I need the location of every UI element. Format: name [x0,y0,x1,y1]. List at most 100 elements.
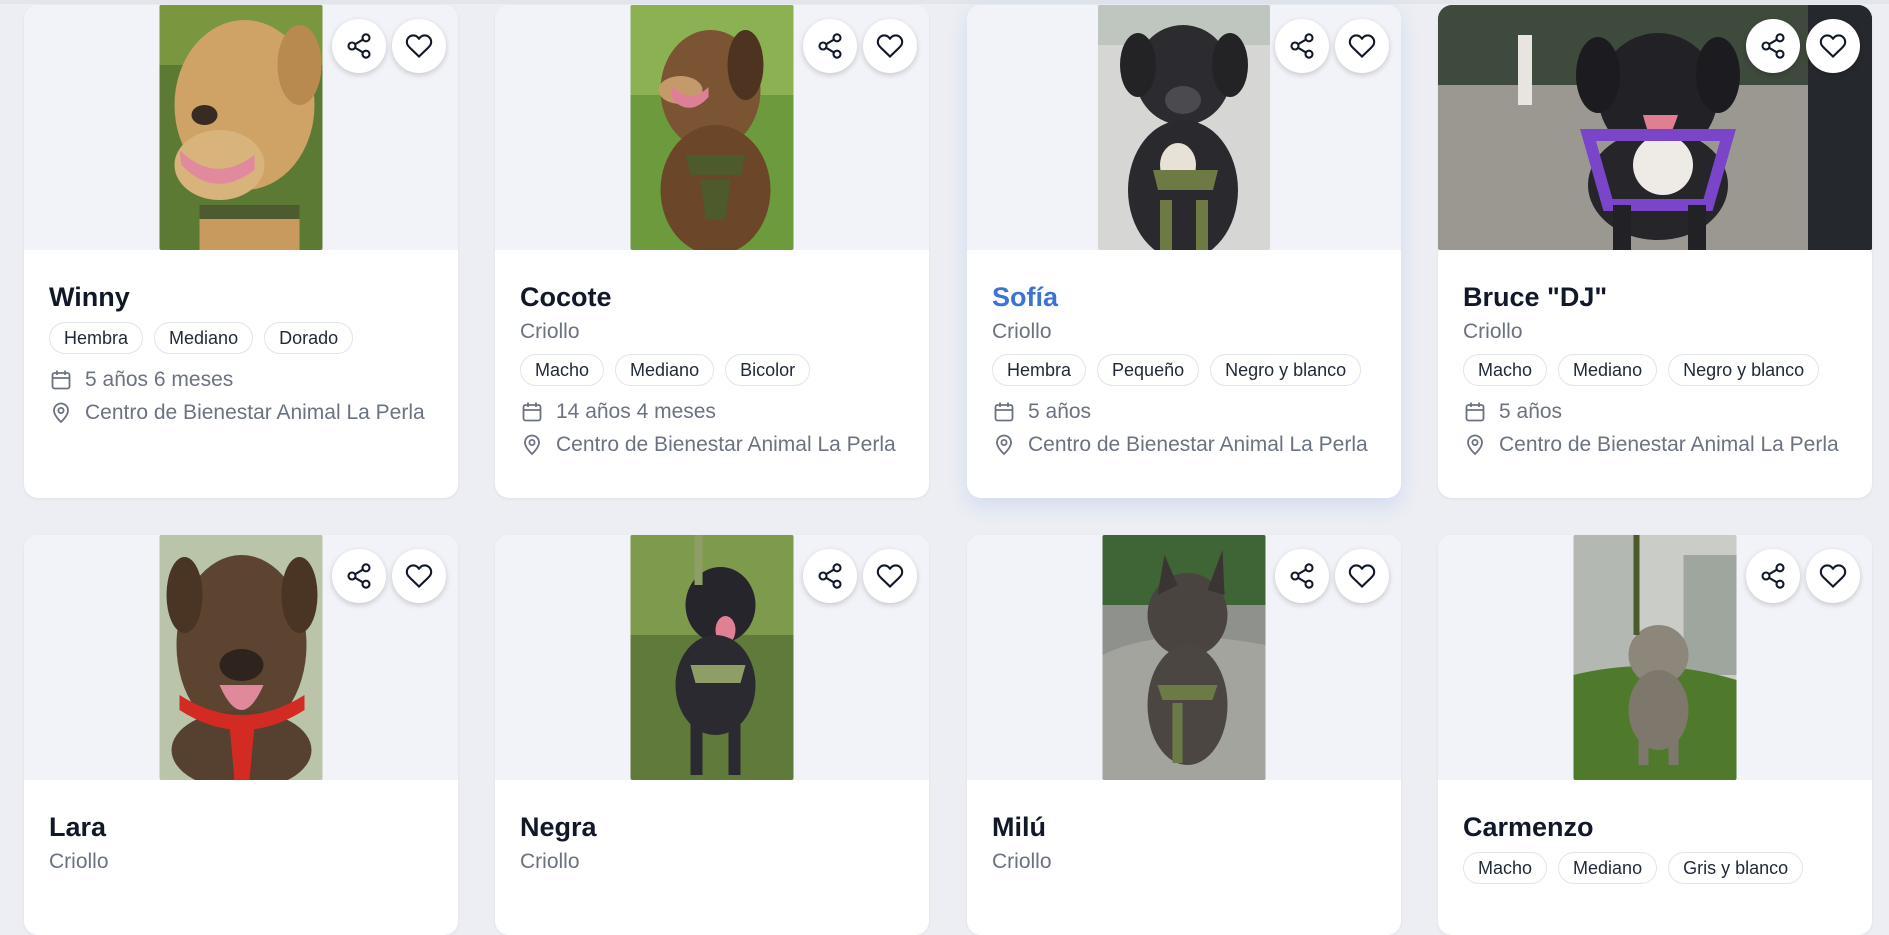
heart-icon [876,564,904,588]
favorite-button[interactable] [1806,549,1860,603]
pet-name[interactable]: Bruce "DJ" [1463,281,1847,313]
favorite-button[interactable] [1335,19,1389,73]
pet-photo-area [24,5,458,250]
pet-photo-area [967,5,1401,250]
calendar-icon [51,370,71,390]
pet-card[interactable]: Sofía Criollo Hembra Pequeño Negro y bla… [967,5,1401,498]
map-pin-icon [53,402,69,424]
pet-location-text: Centro de Bienestar Animal La Perla [1028,433,1368,456]
pet-card[interactable]: Lara Criollo [24,535,458,935]
favorite-button[interactable] [392,549,446,603]
share-icon [1761,33,1785,59]
share-button[interactable] [1746,549,1800,603]
pet-card[interactable]: Negra Criollo [495,535,929,935]
share-button[interactable] [803,19,857,73]
share-icon [347,563,371,589]
heart-icon [405,34,433,58]
favorite-button[interactable] [392,19,446,73]
tag-sex: Macho [1463,852,1548,884]
pet-name[interactable]: Sofía [992,281,1376,313]
map-pin-icon [996,434,1012,456]
pet-name[interactable]: Milú [992,811,1376,843]
tag-sex: Macho [1463,354,1548,386]
pet-name[interactable]: Negra [520,811,904,843]
pet-location: Centro de Bienestar Animal La Perla [520,433,904,457]
pet-age: 14 años 4 meses [520,400,904,424]
favorite-button[interactable] [863,549,917,603]
pet-location-text: Centro de Bienestar Animal La Perla [85,401,425,424]
pet-age: 5 años [992,400,1376,424]
pet-photo-area [967,535,1401,780]
pet-card[interactable]: Milú Criollo [967,535,1401,935]
share-button[interactable] [1746,19,1800,73]
pet-photo[interactable] [159,535,323,780]
pet-photo[interactable] [630,5,794,250]
favorite-button[interactable] [1806,19,1860,73]
calendar-icon [522,402,542,422]
pet-location-text: Centro de Bienestar Animal La Perla [556,433,896,456]
pet-age: 5 años 6 meses [49,368,433,392]
heart-icon [1348,564,1376,588]
tag-sex: Macho [520,354,605,386]
pet-photo-area [1438,535,1872,780]
pet-card[interactable]: Carmenzo Macho Mediano Gris y blanco [1438,535,1872,935]
favorite-button[interactable] [1335,549,1389,603]
pet-breed: Criollo [1463,320,1523,343]
pet-breed: Criollo [992,850,1052,873]
tag-sex: Hembra [992,354,1087,386]
pet-photo[interactable] [1098,5,1270,250]
share-button[interactable] [332,549,386,603]
pet-photo-area [1438,5,1872,250]
share-icon [347,33,371,59]
pet-photo-area [24,535,458,780]
pet-age-text: 5 años 6 meses [85,368,234,391]
pet-breed: Criollo [992,320,1052,343]
pet-photo-area [495,535,929,780]
pet-location-text: Centro de Bienestar Animal La Perla [1499,433,1839,456]
heart-icon [1819,564,1847,588]
pet-photo[interactable] [159,5,323,250]
pet-name[interactable]: Lara [49,811,433,843]
heart-icon [405,564,433,588]
pet-photo[interactable] [1573,535,1737,780]
pet-photo[interactable] [630,535,794,780]
share-icon [818,563,842,589]
tag-size: Mediano [154,322,254,354]
favorite-button[interactable] [863,19,917,73]
pet-age-text: 5 años [1028,400,1092,423]
pet-breed: Criollo [49,850,109,873]
heart-icon [876,34,904,58]
tag-color: Negro y blanco [1668,354,1820,386]
share-button[interactable] [803,549,857,603]
pet-name[interactable]: Winny [49,281,433,313]
tag-color: Negro y blanco [1210,354,1362,386]
tag-color: Bicolor [725,354,811,386]
map-pin-icon [1467,434,1483,456]
pet-name[interactable]: Cocote [520,281,904,313]
pet-tags: Macho Mediano Bicolor [520,354,904,386]
pet-breed: Criollo [520,320,580,343]
share-icon [1290,33,1314,59]
pet-card[interactable]: Bruce "DJ" Criollo Macho Mediano Negro y… [1438,5,1872,498]
tag-size: Mediano [1558,354,1658,386]
pet-card[interactable]: Cocote Criollo Macho Mediano Bicolor 14 … [495,5,929,498]
tag-size: Mediano [615,354,715,386]
tag-sex: Hembra [49,322,144,354]
pet-location: Centro de Bienestar Animal La Perla [49,401,433,425]
heart-icon [1348,34,1376,58]
pet-tags: Macho Mediano Negro y blanco [1463,354,1847,386]
pet-photo-area [495,5,929,250]
share-button[interactable] [332,19,386,73]
pet-photo[interactable] [1102,535,1266,780]
share-button[interactable] [1275,549,1329,603]
pet-tags: Macho Mediano Gris y blanco [1463,852,1847,884]
page-top-border [0,0,1889,4]
pet-age-text: 14 años 4 meses [556,400,716,423]
tag-color: Gris y blanco [1668,852,1804,884]
calendar-icon [1465,402,1485,422]
pet-name[interactable]: Carmenzo [1463,811,1847,843]
share-button[interactable] [1275,19,1329,73]
heart-icon [1819,34,1847,58]
map-pin-icon [524,434,540,456]
pet-card[interactable]: Winny Hembra Mediano Dorado 5 años 6 mes… [24,5,458,498]
